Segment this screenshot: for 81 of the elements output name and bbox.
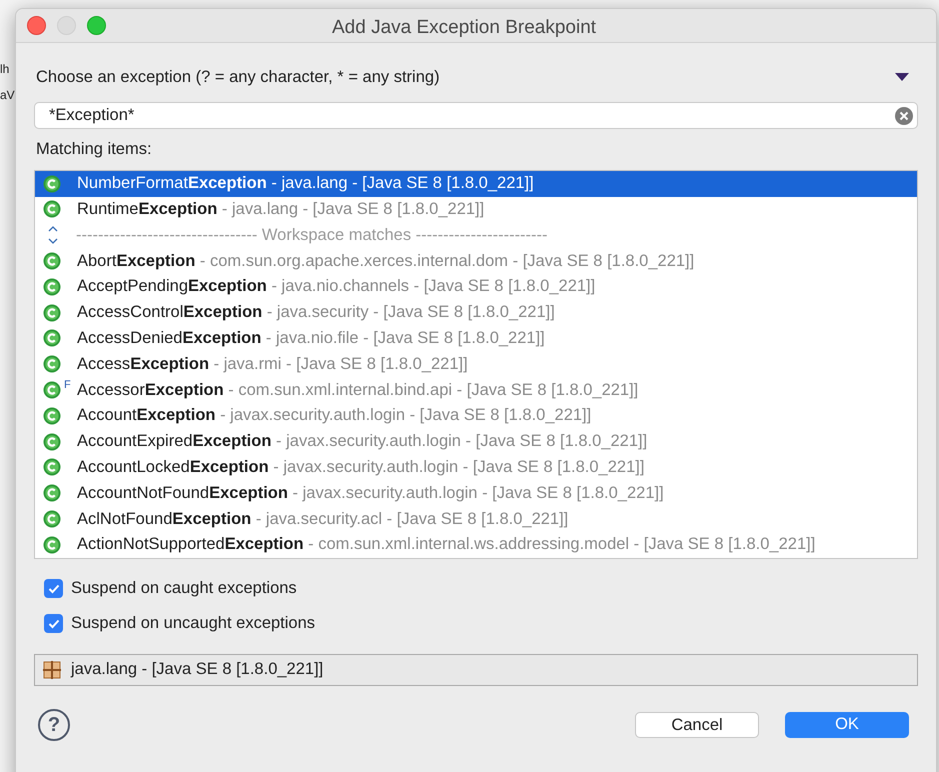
check-icon (48, 584, 60, 594)
checkbox-label: Suspend on caught exceptions (71, 578, 297, 600)
close-button[interactable] (27, 16, 46, 35)
list-item[interactable]: F AccessorException - com.sun.xml.internal.bind.api - [Java SE 8 [1.8.0_221]] (35, 377, 917, 403)
class-icon (43, 536, 61, 554)
list-item[interactable]: AccountLockedException - javax.security.auth.login - [Java SE 8 [1.8.0_221]] (35, 454, 917, 480)
checkbox[interactable] (44, 579, 63, 598)
class-name: RuntimeException (77, 199, 218, 220)
list-item[interactable]: ActionNotSupportedException - com.sun.xml.internal.ws.addressing.model - [Java SE 8 [1.8.0_221]] (35, 532, 917, 558)
package-detail: - javax.security.auth.login - [Java SE 8 [1.8.0_221]] (272, 457, 644, 478)
package-detail: - java.rmi - [Java SE 8 [1.8.0_221]] (212, 354, 468, 375)
class-name: AccountException (77, 405, 216, 426)
expand-collapse-icon (47, 224, 59, 246)
list-item[interactable]: AcceptPendingException - java.nio.channels - [Java SE 8 [1.8.0_221]] (35, 274, 917, 300)
list-item[interactable]: AccountException - javax.security.auth.login - [Java SE 8 [1.8.0_221]] (35, 402, 917, 429)
class-name: AcceptPendingException (77, 276, 267, 298)
cancel-button[interactable]: Cancel (635, 712, 759, 738)
class-icon (43, 355, 61, 374)
filter-value: *Exception* (49, 105, 134, 126)
package-detail: - javax.security.auth.login - [Java SE 8 [1.8.0_221]] (292, 482, 664, 504)
background-text: lh (0, 61, 10, 78)
package-detail: - java.lang - [Java SE 8 [1.8.0_221]] (270, 173, 534, 194)
zoom-button[interactable] (87, 16, 106, 35)
package-detail: - java.lang - [Java SE 8 [1.8.0_221]] (220, 199, 484, 220)
help-icon[interactable]: ? (38, 708, 70, 741)
list-item[interactable]: AccessControlException - java.security - [Java SE 8 [1.8.0_221]] (35, 300, 917, 326)
checkbox-label: Suspend on uncaught exceptions (71, 613, 316, 634)
class-name: AbortException (77, 250, 196, 272)
list-item[interactable]: AccountExpiredException - javax.security.auth.login - [Java SE 8 [1.8.0_221]] (35, 428, 917, 455)
package-detail: - java.nio.file - [Java SE 8 [1.8.0_221]] (264, 328, 545, 350)
package-detail: - java.security.acl - [Java SE 8 [1.8.0_221]] (254, 508, 568, 530)
class-icon (43, 458, 61, 476)
background-text: aV (0, 87, 15, 104)
class-name: AccessDeniedException (77, 328, 262, 350)
list-item[interactable]: AbortException - com.sun.org.apache.xerces.internal.dom - [Java SE 8 [1.8.0_221]] (35, 248, 917, 274)
list-item[interactable]: AccountNotFoundException - javax.security.auth.login - [Java SE 8 [1.8.0_221]] (35, 480, 917, 506)
window-title: Add Java Exception Breakpoint (332, 16, 596, 40)
class-name: AccessorException (77, 380, 224, 401)
package-detail: - javax.security.auth.login - [Java SE 8 [1.8.0_221]] (219, 405, 592, 426)
dropdown-triangle-icon[interactable] (895, 72, 909, 82)
checkbox[interactable] (44, 614, 63, 634)
package-detail: - java.security - [Java SE 8 [1.8.0_221]] (266, 302, 555, 324)
class-name: AccessControlException (77, 302, 262, 324)
filter-input[interactable]: *Exception* (34, 102, 918, 129)
class-name: AccountNotFoundException (77, 482, 288, 504)
class-icon (43, 432, 61, 451)
class-name: NumberFormatException (77, 173, 267, 194)
class-icon (43, 381, 61, 400)
package-detail: - com.sun.xml.internal.ws.addressing.model - [Java SE 8 [1.8.0_221]] (307, 534, 816, 556)
class-icon (43, 200, 61, 218)
class-icon (43, 406, 61, 425)
class-icon (43, 329, 61, 348)
list-item[interactable]: AccessDeniedException - java.nio.file - [Java SE 8 [1.8.0_221]] (35, 326, 917, 352)
class-icon (43, 304, 61, 322)
final-label: F (64, 378, 71, 394)
package-icon (43, 660, 61, 679)
class-icon (43, 484, 61, 502)
filter-label: Choose an exception (? = any character, * = any string) (35, 66, 440, 88)
separator-label: --------------------------------- Workspace matches ------------------------ (76, 224, 548, 246)
class-name: AccessException (77, 354, 210, 375)
class-icon (43, 174, 61, 193)
list-item[interactable]: RuntimeException - java.lang - [Java SE 8 [1.8.0_221]] (35, 196, 917, 222)
list-item[interactable]: NumberFormatException - java.lang - [Java SE 8 [1.8.0_221]] (35, 170, 917, 197)
class-icon (43, 252, 61, 270)
ok-button[interactable]: OK (785, 712, 909, 738)
class-name: ActionNotSupportedException (77, 534, 304, 556)
class-name: AccountExpiredException (77, 431, 272, 452)
package-detail: - com.sun.org.apache.xerces.internal.dom - [Java SE 8 [1.8.0_221]] (198, 250, 694, 272)
package-detail: - javax.security.auth.login - [Java SE 8 [1.8.0_221]] (275, 431, 648, 452)
package-detail: - java.nio.channels - [Java SE 8 [1.8.0_221]] (270, 276, 596, 298)
check-icon (48, 618, 60, 629)
list-item[interactable]: AclNotFoundException - java.security.acl - [Java SE 8 [1.8.0_221]] (35, 506, 917, 532)
class-icon (43, 278, 61, 296)
list-item[interactable]: AccessException - java.rmi - [Java SE 8 [1.8.0_221]] (35, 351, 917, 378)
class-icon (43, 510, 61, 528)
clear-icon[interactable] (895, 106, 913, 124)
package-status-text: java.lang - [Java SE 8 [1.8.0_221]] (71, 659, 324, 680)
matching-items-label: Matching items: (35, 139, 153, 160)
class-name: AclNotFoundException (77, 508, 252, 530)
package-detail: - com.sun.xml.internal.bind.api - [Java SE 8 [1.8.0_221]] (227, 380, 638, 401)
class-name: AccountLockedException (77, 457, 269, 478)
